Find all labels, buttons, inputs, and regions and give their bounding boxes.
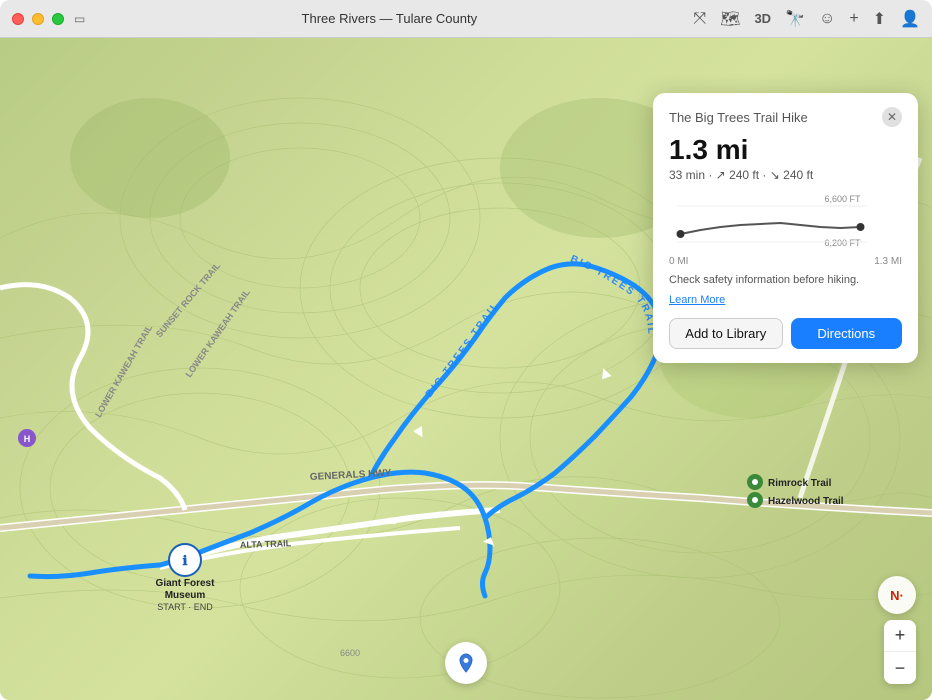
dist-start: 0 MI xyxy=(669,256,688,267)
maximize-button[interactable] xyxy=(52,13,64,25)
share-icon[interactable]: ⬆ xyxy=(873,9,886,29)
svg-text:SUNSET ROCK TRAIL: SUNSET ROCK TRAIL xyxy=(154,260,223,339)
map-container[interactable]: BIG TREES TRAIL BIG TREES TRAIL GENERALS… xyxy=(0,38,932,700)
card-title: The Big Trees Trail Hike xyxy=(669,110,808,125)
zoom-out-button[interactable]: − xyxy=(884,652,916,684)
svg-text:BIG TREES TRAIL: BIG TREES TRAIL xyxy=(424,300,502,400)
card-distance: 1.3 mi xyxy=(669,135,902,166)
elevation-chart: 6,600 FT 6,200 FT xyxy=(669,192,902,252)
traffic-lights xyxy=(12,13,64,25)
elev-low-label: 6,200 FT xyxy=(824,238,861,248)
add-icon[interactable]: + xyxy=(849,10,858,28)
card-actions: Add to Library Directions xyxy=(669,318,902,349)
learn-more-link[interactable]: Learn More xyxy=(669,294,725,306)
dist-end: 1.3 MI xyxy=(874,256,902,267)
zoom-controls: + − xyxy=(884,620,916,684)
map-toolbar-icon[interactable]: 🗺 xyxy=(720,9,740,29)
titlebar: ▭ Three Rivers — Tulare County ⤧ 🗺 3D 🔭 … xyxy=(0,0,932,38)
svg-text:Hazelwood Trail: Hazelwood Trail xyxy=(768,496,844,507)
info-card: The Big Trees Trail Hike ✕ 1.3 mi 33 min… xyxy=(653,93,918,363)
svg-text:Museum: Museum xyxy=(165,590,206,601)
card-header: The Big Trees Trail Hike ✕ xyxy=(669,107,902,127)
svg-text:6600: 6600 xyxy=(340,648,360,658)
elevation-x-labels: 0 MI 1.3 MI xyxy=(669,256,902,267)
map-controls: N· + − xyxy=(878,576,916,684)
svg-text:H: H xyxy=(24,434,31,444)
binoculars-icon[interactable]: 🔭 xyxy=(785,9,805,29)
safety-text: Check safety information before hiking. xyxy=(669,273,902,288)
svg-text:ℹ: ℹ xyxy=(183,553,188,568)
window-type-icon: ▭ xyxy=(74,12,85,26)
zoom-in-button[interactable]: + xyxy=(884,620,916,652)
smiley-icon[interactable]: ☺ xyxy=(819,10,835,28)
window-title: Three Rivers — Tulare County xyxy=(85,11,693,26)
svg-text:START · END: START · END xyxy=(157,602,213,612)
card-close-button[interactable]: ✕ xyxy=(882,107,902,127)
account-icon[interactable]: 👤 xyxy=(900,9,920,29)
directions-button[interactable]: Directions xyxy=(791,318,903,349)
elev-high-label: 6,600 FT xyxy=(824,194,861,204)
svg-text:Rimrock Trail: Rimrock Trail xyxy=(768,478,832,489)
directions-toolbar-icon[interactable]: ⤧ xyxy=(693,10,706,28)
recenter-button[interactable] xyxy=(445,642,487,684)
svg-text:ALTA TRAIL: ALTA TRAIL xyxy=(240,538,292,550)
close-button[interactable] xyxy=(12,13,24,25)
minimize-button[interactable] xyxy=(32,13,44,25)
svg-text:Giant Forest: Giant Forest xyxy=(156,578,216,589)
compass-button[interactable]: N· xyxy=(878,576,916,614)
toolbar-right: ⤧ 🗺 3D 🔭 ☺ + ⬆ 👤 xyxy=(693,9,920,29)
recenter-icon xyxy=(455,652,477,674)
compass-label: N· xyxy=(890,588,904,603)
add-to-library-button[interactable]: Add to Library xyxy=(669,318,783,349)
app-window: ▭ Three Rivers — Tulare County ⤧ 🗺 3D 🔭 … xyxy=(0,0,932,700)
card-meta: 33 min · ↗ 240 ft · ↘ 240 ft xyxy=(669,168,902,182)
3d-label[interactable]: 3D xyxy=(754,11,771,26)
svg-text:LOWER KAWEAH TRAIL: LOWER KAWEAH TRAIL xyxy=(93,323,154,419)
